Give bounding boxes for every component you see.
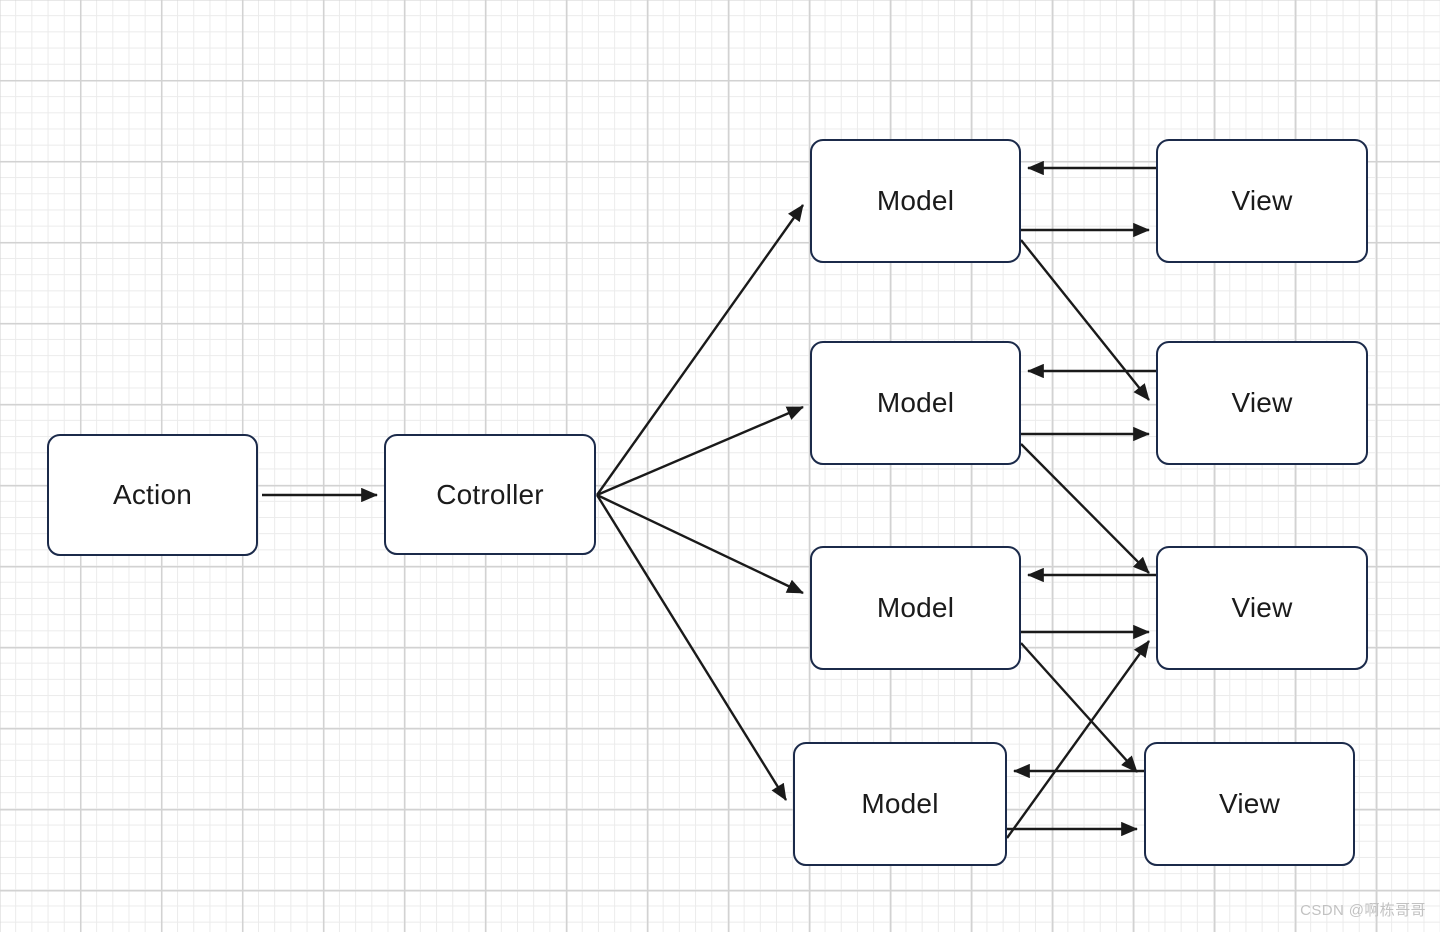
node-label-model3: Model bbox=[876, 592, 955, 623]
edge-model3-to-view4 bbox=[1020, 642, 1138, 773]
edge-controller-to-model2 bbox=[596, 405, 804, 497]
node-label-view3: View bbox=[1231, 592, 1293, 623]
edge-controller-to-model4 bbox=[595, 494, 788, 801]
node-label-view2: View bbox=[1231, 387, 1293, 418]
diagram-canvas: Action Cotroller Model View Model View Model Vi… bbox=[0, 0, 1440, 932]
node-model1[interactable]: Model bbox=[810, 139, 1021, 263]
edge-controller-to-model3 bbox=[596, 493, 804, 595]
edge-model2-to-view3 bbox=[1020, 443, 1150, 574]
node-controller[interactable]: Cotroller bbox=[384, 434, 596, 555]
node-model2[interactable]: Model bbox=[810, 341, 1021, 465]
node-label-view4: View bbox=[1219, 788, 1280, 819]
node-view2[interactable]: View bbox=[1156, 341, 1368, 465]
edge-model4-to-view3 bbox=[1006, 640, 1150, 839]
node-label-model2: Model bbox=[876, 387, 955, 418]
node-view4[interactable]: View bbox=[1144, 742, 1355, 866]
node-action[interactable]: Action bbox=[47, 434, 258, 556]
node-label-model1: Model bbox=[876, 185, 955, 216]
node-label-model4: Model bbox=[861, 788, 939, 819]
edge-controller-to-model1 bbox=[596, 204, 804, 496]
node-view3[interactable]: View bbox=[1156, 546, 1368, 670]
node-model3[interactable]: Model bbox=[810, 546, 1021, 670]
node-view1[interactable]: View bbox=[1156, 139, 1368, 263]
node-model4[interactable]: Model bbox=[793, 742, 1007, 866]
node-label-action: Action bbox=[112, 479, 193, 510]
node-label-controller: Cotroller bbox=[436, 478, 544, 510]
watermark: CSDN @啊栋哥哥 bbox=[1300, 902, 1426, 919]
node-label-view1: View bbox=[1231, 185, 1293, 216]
edge-model1-to-view2 bbox=[1020, 239, 1150, 401]
